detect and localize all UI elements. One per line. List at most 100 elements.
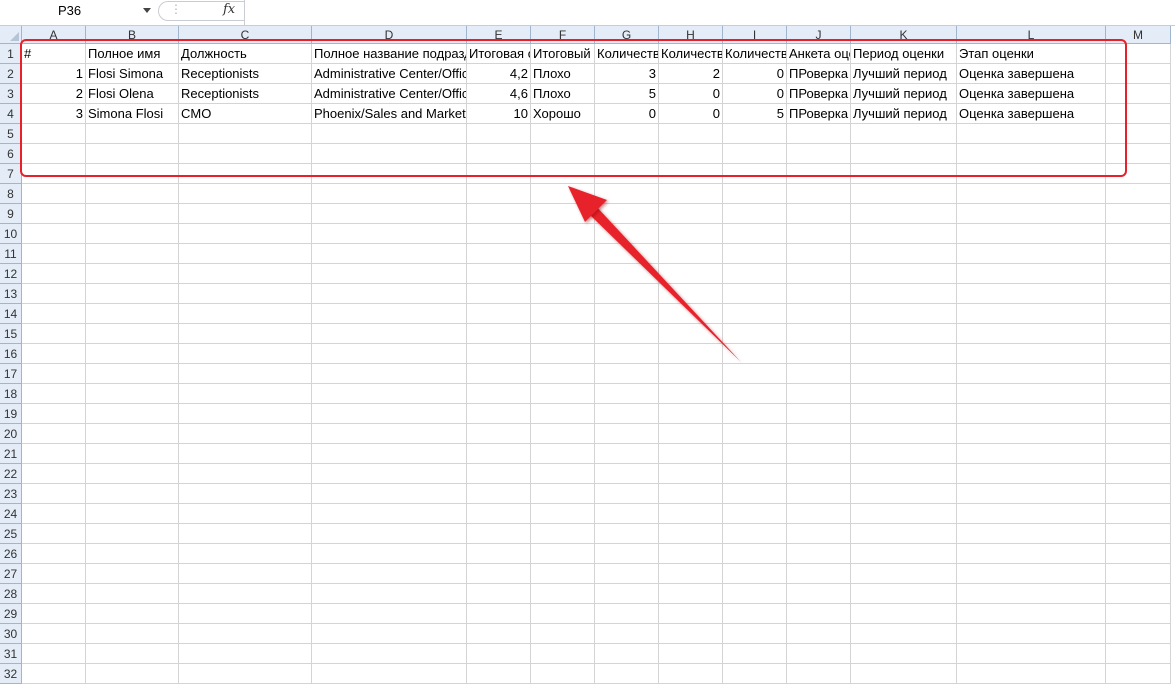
cell-j24[interactable] [787, 504, 851, 524]
cell-c12[interactable] [179, 264, 312, 284]
row-header-12[interactable]: 12 [0, 264, 22, 284]
cell-b27[interactable] [86, 564, 179, 584]
cell-f2[interactable]: Плохо [531, 64, 595, 84]
cell-c11[interactable] [179, 244, 312, 264]
column-header-h[interactable]: H [659, 26, 723, 44]
cell-e21[interactable] [467, 444, 531, 464]
cell-m23[interactable] [1106, 484, 1171, 504]
cell-d13[interactable] [312, 284, 467, 304]
cell-d8[interactable] [312, 184, 467, 204]
cell-e14[interactable] [467, 304, 531, 324]
cell-m16[interactable] [1106, 344, 1171, 364]
cell-g23[interactable] [595, 484, 659, 504]
cell-c1[interactable]: Должность [179, 44, 312, 64]
cell-f23[interactable] [531, 484, 595, 504]
cell-b20[interactable] [86, 424, 179, 444]
cell-i3[interactable]: 0 [723, 84, 787, 104]
cell-c32[interactable] [179, 664, 312, 684]
cell-i14[interactable] [723, 304, 787, 324]
cell-i24[interactable] [723, 504, 787, 524]
cell-b21[interactable] [86, 444, 179, 464]
cell-k11[interactable] [851, 244, 957, 264]
cell-j15[interactable] [787, 324, 851, 344]
cell-a30[interactable] [22, 624, 86, 644]
cell-k5[interactable] [851, 124, 957, 144]
cell-e1[interactable]: Итоговая оценка [467, 44, 531, 64]
cell-h29[interactable] [659, 604, 723, 624]
cell-j7[interactable] [787, 164, 851, 184]
cell-f21[interactable] [531, 444, 595, 464]
cell-m18[interactable] [1106, 384, 1171, 404]
cell-l28[interactable] [957, 584, 1106, 604]
cell-i10[interactable] [723, 224, 787, 244]
cell-f25[interactable] [531, 524, 595, 544]
cell-g25[interactable] [595, 524, 659, 544]
cell-h23[interactable] [659, 484, 723, 504]
cell-c18[interactable] [179, 384, 312, 404]
cell-d25[interactable] [312, 524, 467, 544]
cell-f1[interactable]: Итоговый результат [531, 44, 595, 64]
cell-g12[interactable] [595, 264, 659, 284]
cell-e27[interactable] [467, 564, 531, 584]
cell-b22[interactable] [86, 464, 179, 484]
row-header-17[interactable]: 17 [0, 364, 22, 384]
cell-f18[interactable] [531, 384, 595, 404]
cell-a28[interactable] [22, 584, 86, 604]
cell-g14[interactable] [595, 304, 659, 324]
row-header-21[interactable]: 21 [0, 444, 22, 464]
cell-e13[interactable] [467, 284, 531, 304]
cell-e3[interactable]: 4,6 [467, 84, 531, 104]
cell-c26[interactable] [179, 544, 312, 564]
row-header-4[interactable]: 4 [0, 104, 22, 124]
cell-i6[interactable] [723, 144, 787, 164]
cell-e6[interactable] [467, 144, 531, 164]
cell-d2[interactable]: Administrative Center/Office [312, 64, 467, 84]
cell-b12[interactable] [86, 264, 179, 284]
cell-a18[interactable] [22, 384, 86, 404]
cell-c28[interactable] [179, 584, 312, 604]
cell-l3[interactable]: Оценка завершена [957, 84, 1106, 104]
cell-e16[interactable] [467, 344, 531, 364]
cell-m10[interactable] [1106, 224, 1171, 244]
cell-i29[interactable] [723, 604, 787, 624]
cell-a22[interactable] [22, 464, 86, 484]
cell-f9[interactable] [531, 204, 595, 224]
cell-b3[interactable]: Flosi Olena [86, 84, 179, 104]
cell-e5[interactable] [467, 124, 531, 144]
cell-m21[interactable] [1106, 444, 1171, 464]
cell-b32[interactable] [86, 664, 179, 684]
cell-f29[interactable] [531, 604, 595, 624]
cell-k28[interactable] [851, 584, 957, 604]
cell-g28[interactable] [595, 584, 659, 604]
cell-j9[interactable] [787, 204, 851, 224]
cell-c20[interactable] [179, 424, 312, 444]
cell-l30[interactable] [957, 624, 1106, 644]
cell-c8[interactable] [179, 184, 312, 204]
cell-b31[interactable] [86, 644, 179, 664]
cell-i18[interactable] [723, 384, 787, 404]
cell-h32[interactable] [659, 664, 723, 684]
cell-g4[interactable]: 0 [595, 104, 659, 124]
cell-c30[interactable] [179, 624, 312, 644]
cell-k30[interactable] [851, 624, 957, 644]
cell-h2[interactable]: 2 [659, 64, 723, 84]
cell-h18[interactable] [659, 384, 723, 404]
cell-h28[interactable] [659, 584, 723, 604]
cell-j5[interactable] [787, 124, 851, 144]
cell-k15[interactable] [851, 324, 957, 344]
cell-d7[interactable] [312, 164, 467, 184]
cell-j30[interactable] [787, 624, 851, 644]
cell-c10[interactable] [179, 224, 312, 244]
cell-b7[interactable] [86, 164, 179, 184]
cell-i30[interactable] [723, 624, 787, 644]
cell-b26[interactable] [86, 544, 179, 564]
cell-k3[interactable]: Лучший период [851, 84, 957, 104]
cell-j28[interactable] [787, 584, 851, 604]
cell-k4[interactable]: Лучший период [851, 104, 957, 124]
cell-j22[interactable] [787, 464, 851, 484]
cell-m14[interactable] [1106, 304, 1171, 324]
cell-l2[interactable]: Оценка завершена [957, 64, 1106, 84]
cell-c31[interactable] [179, 644, 312, 664]
cell-d28[interactable] [312, 584, 467, 604]
cell-d29[interactable] [312, 604, 467, 624]
